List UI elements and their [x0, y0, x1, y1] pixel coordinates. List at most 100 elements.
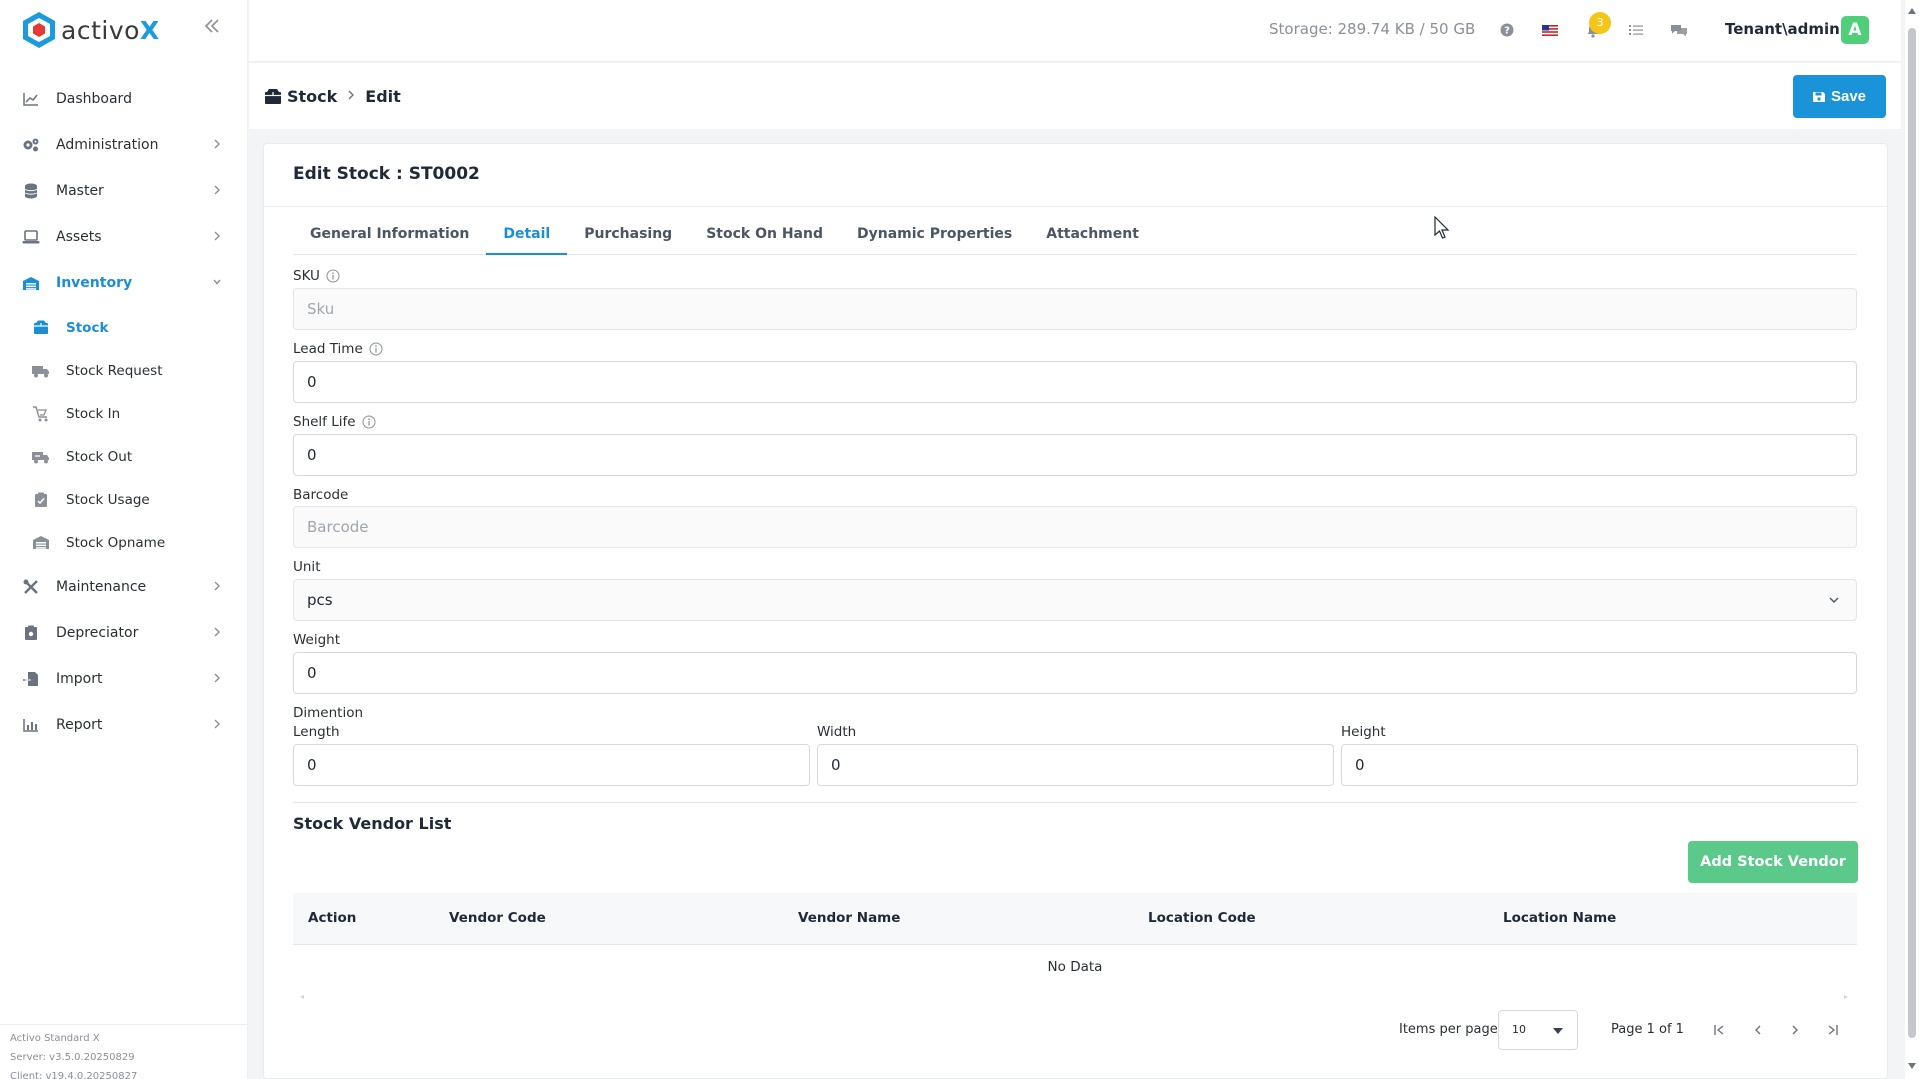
sidebar: activoX Dashboard Administration Master … — [0, 0, 248, 1079]
scrollbar-thumb[interactable] — [1908, 28, 1916, 1038]
tab-general-information[interactable]: General Information — [293, 221, 486, 255]
column-header[interactable]: Location Code — [1148, 910, 1256, 926]
us-flag-icon[interactable] — [1540, 20, 1560, 40]
unit-select[interactable]: pcs — [293, 579, 1857, 621]
sku-label: SKU — [293, 268, 340, 284]
vendor-table-header: Action Vendor Code Vendor Name Location … — [293, 893, 1857, 945]
sidebar-subitem-label: Stock Opname — [66, 534, 166, 551]
info-icon[interactable] — [326, 269, 340, 283]
column-header[interactable]: Action — [308, 910, 356, 926]
server-version: Server: v3.5.0.20250829 — [10, 1052, 135, 1063]
chevron-right-icon — [214, 581, 220, 591]
sidebar-item-report[interactable]: Report — [0, 702, 248, 748]
user-name[interactable]: Tenant\admin — [1725, 20, 1840, 38]
sidebar-item-label: Master — [56, 183, 104, 199]
edit-stock-card: Edit Stock : ST0002 General Information … — [263, 143, 1888, 1079]
sidebar-subitem-label: Stock Out — [66, 448, 133, 465]
sidebar-item-dashboard[interactable]: Dashboard — [0, 76, 248, 122]
topbar: Storage: 289.74 KB / 50 GB ? 3 Tenant\ad… — [249, 0, 1901, 62]
sidebar-item-label: Dashboard — [56, 91, 132, 107]
sidebar-item-administration[interactable]: Administration — [0, 122, 248, 168]
breadcrumb-current: Edit — [365, 87, 401, 106]
info-icon[interactable] — [369, 342, 383, 356]
tab-stock-on-hand[interactable]: Stock On Hand — [689, 221, 840, 255]
chevron-down-icon — [213, 279, 221, 285]
warehouse-icon — [32, 534, 50, 552]
width-label: Width — [817, 724, 857, 740]
tab-purchasing[interactable]: Purchasing — [567, 221, 689, 255]
sidebar-item-assets[interactable]: Assets — [0, 214, 248, 260]
weight-label: Weight — [293, 632, 341, 648]
sidebar-subitem-stock[interactable]: Stock — [0, 306, 248, 349]
client-version: Client: v19.4.0.20250827 — [10, 1071, 138, 1079]
notification-badge: 3 — [1589, 12, 1611, 34]
next-page-icon[interactable] — [1785, 1020, 1805, 1040]
chat-icon[interactable] — [1669, 20, 1689, 40]
double-chevron-left-icon[interactable] — [203, 17, 223, 37]
sidebar-subitem-stock-opname[interactable]: Stock Opname — [0, 521, 248, 564]
sidebar-subitem-stock-out[interactable]: Stock Out — [0, 435, 248, 478]
divider — [293, 802, 1857, 803]
last-page-icon[interactable] — [1822, 1020, 1842, 1040]
lead-time-input[interactable] — [293, 361, 1857, 403]
sidebar-nav: Dashboard Administration Master Assets I… — [0, 76, 248, 748]
items-per-page-select[interactable]: 10 — [1498, 1010, 1578, 1050]
scroll-down-icon[interactable] — [1908, 1063, 1916, 1069]
chevron-right-icon — [214, 185, 220, 195]
add-stock-vendor-button[interactable]: Add Stock Vendor — [1688, 841, 1858, 883]
barcode-input[interactable] — [293, 506, 1857, 548]
vendor-list-title: Stock Vendor List — [293, 814, 452, 833]
length-label: Length — [293, 724, 340, 740]
scroll-up-icon[interactable] — [1908, 8, 1916, 14]
sidebar-subitem-stock-usage[interactable]: Stock Usage — [0, 478, 248, 521]
first-page-icon[interactable] — [1710, 1020, 1730, 1040]
shelf-life-label: Shelf Life — [293, 414, 376, 430]
logo[interactable]: activoX — [22, 10, 160, 50]
scroll-left-icon[interactable]: ◂ — [300, 992, 306, 1001]
chevron-right-icon — [214, 231, 220, 241]
weight-input[interactable] — [293, 652, 1857, 694]
help-icon[interactable]: ? — [1497, 20, 1517, 40]
sidebar-subitem-stock-request[interactable]: Stock Request — [0, 349, 248, 392]
sidebar-item-label: Administration — [56, 137, 159, 153]
width-input[interactable] — [817, 744, 1334, 786]
sidebar-item-import[interactable]: Import — [0, 656, 248, 702]
cart-icon — [32, 405, 50, 423]
barcode-label: Barcode — [293, 487, 349, 503]
product-name: Activo Standard X — [10, 1033, 100, 1044]
sidebar-item-inventory[interactable]: Inventory — [0, 260, 248, 306]
column-header[interactable]: Vendor Name — [798, 910, 900, 926]
shelf-life-input[interactable] — [293, 434, 1857, 476]
sidebar-subitem-stock-in[interactable]: Stock In — [0, 392, 248, 435]
page-scrollbar[interactable] — [1905, 0, 1919, 1079]
sidebar-subitem-label: Stock — [66, 319, 109, 336]
column-header[interactable]: Location Name — [1503, 910, 1616, 926]
sidebar-item-master[interactable]: Master — [0, 168, 248, 214]
sku-input[interactable] — [293, 288, 1857, 330]
sidebar-item-maintenance[interactable]: Maintenance — [0, 564, 248, 610]
tab-dynamic-properties[interactable]: Dynamic Properties — [840, 221, 1029, 255]
tab-bar: General Information Detail Purchasing St… — [293, 221, 1857, 255]
info-icon[interactable] — [362, 415, 376, 429]
height-input[interactable] — [1341, 744, 1858, 786]
column-header[interactable]: Vendor Code — [449, 910, 546, 926]
avatar[interactable]: A — [1841, 16, 1869, 44]
unit-label: Unit — [293, 559, 321, 575]
lead-time-label: Lead Time — [293, 341, 383, 357]
length-input[interactable] — [293, 744, 810, 786]
chevron-right-icon — [214, 719, 220, 729]
sidebar-item-depreciator[interactable]: Depreciator — [0, 610, 248, 656]
task-list-icon[interactable] — [1626, 20, 1646, 40]
dimension-label: Dimention — [293, 705, 364, 721]
box-icon — [32, 319, 50, 337]
sidebar-subitem-label: Stock In — [66, 405, 121, 422]
items-per-page-label: Items per page — [1399, 1022, 1498, 1037]
previous-page-icon[interactable] — [1748, 1020, 1768, 1040]
sidebar-item-label: Import — [56, 671, 103, 687]
scroll-right-icon[interactable]: ▸ — [1844, 992, 1850, 1001]
tab-detail[interactable]: Detail — [486, 221, 568, 255]
breadcrumb-root[interactable]: Stock — [287, 87, 337, 106]
tab-attachment[interactable]: Attachment — [1029, 221, 1156, 255]
page-header: Stock Edit Save — [249, 63, 1901, 129]
save-button[interactable]: Save — [1793, 75, 1886, 118]
